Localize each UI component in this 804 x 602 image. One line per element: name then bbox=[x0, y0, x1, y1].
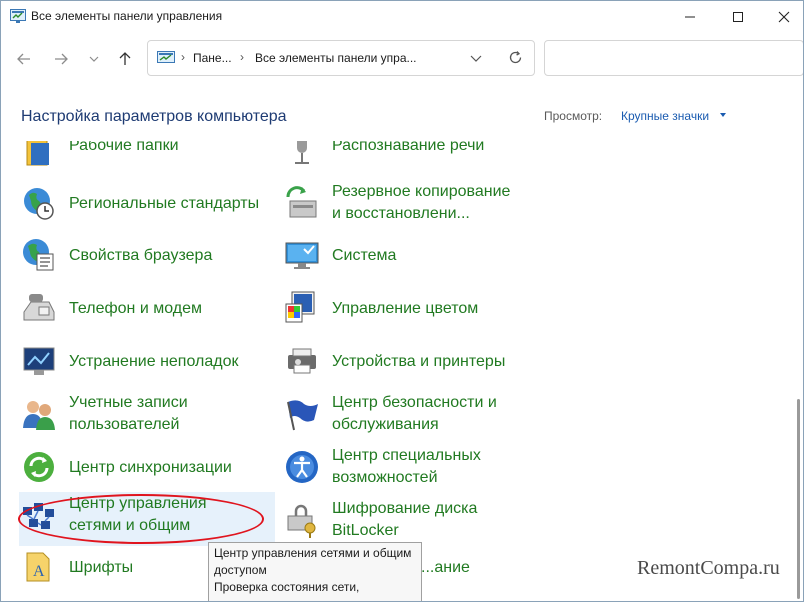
control-panel-window: Все элементы панели управления › Пане...… bbox=[0, 0, 804, 602]
maximize-icon bbox=[733, 12, 743, 22]
maximize-button[interactable] bbox=[715, 1, 761, 33]
annotation-oval bbox=[18, 494, 264, 544]
scrollbar-thumb[interactable] bbox=[797, 399, 800, 599]
item-label: Устройства и принтеры bbox=[332, 353, 506, 370]
items-grid: Рабочие папки Региональные стандарты Сво… bbox=[1, 141, 793, 601]
item-troubleshooting[interactable]: Устранение неполадок bbox=[21, 343, 271, 391]
up-button[interactable] bbox=[113, 47, 137, 71]
control-panel-icon bbox=[10, 9, 26, 23]
phone-modem-icon bbox=[23, 294, 55, 321]
system-icon bbox=[285, 242, 319, 269]
chevron-down-icon[interactable] bbox=[470, 52, 482, 64]
item-label: ...ание bbox=[421, 559, 470, 576]
item-label: Свойства браузера bbox=[69, 247, 213, 264]
item-label: Региональные стандарты bbox=[69, 195, 260, 212]
item-label: Центр специальных bbox=[332, 447, 481, 464]
item-sync-center[interactable]: Центр синхронизации bbox=[21, 449, 271, 497]
page-title: Настройка параметров компьютера bbox=[21, 108, 287, 125]
close-button[interactable] bbox=[761, 1, 803, 33]
item-color-management[interactable]: Управление цветом bbox=[284, 290, 544, 338]
item-label: Рабочие папки bbox=[69, 141, 179, 154]
item-work-folders[interactable]: Рабочие папки bbox=[21, 141, 271, 183]
item-user-accounts[interactable]: Учетные записи пользователей bbox=[21, 394, 271, 444]
back-button[interactable] bbox=[12, 47, 36, 71]
item-label: Резервное копирование bbox=[332, 183, 511, 200]
bitlocker-icon bbox=[287, 504, 316, 538]
item-system[interactable]: Система bbox=[284, 237, 544, 285]
item-label: Шрифты bbox=[69, 559, 134, 576]
item-label: Устранение неполадок bbox=[69, 353, 239, 370]
view-label: Просмотр: bbox=[544, 109, 603, 123]
item-label: Управление цветом bbox=[332, 300, 479, 317]
tooltip-line: доступом bbox=[214, 563, 267, 577]
watermark: RemontCompa.ru bbox=[637, 557, 780, 579]
breadcrumb-item[interactable]: Пане... bbox=[193, 51, 232, 65]
tooltip-line: Центр управления сетями и общим bbox=[214, 546, 412, 560]
item-label: BitLocker bbox=[332, 522, 399, 539]
breadcrumb-separator: › bbox=[240, 50, 244, 64]
backup-restore-icon bbox=[286, 186, 317, 218]
svg-text:A: A bbox=[33, 563, 45, 580]
navigation-bar: › Пане... › Все элементы панели упра... bbox=[1, 39, 803, 79]
arrow-up-icon bbox=[119, 52, 131, 65]
title-bar: Все элементы панели управления bbox=[1, 1, 803, 33]
arrow-left-icon bbox=[17, 53, 30, 65]
chevron-down-icon bbox=[89, 56, 99, 62]
caret-down-icon[interactable] bbox=[720, 113, 726, 117]
refresh-icon[interactable] bbox=[508, 50, 523, 65]
recent-locations-button[interactable] bbox=[82, 47, 106, 71]
arrow-right-icon bbox=[55, 53, 68, 65]
tooltip: Центр управления сетями и общим доступом… bbox=[208, 542, 422, 601]
item-ease-of-access[interactable]: Центр специальных возможностей bbox=[284, 447, 544, 497]
devices-printers-icon bbox=[288, 348, 316, 374]
breadcrumb-item[interactable]: Все элементы панели упра... bbox=[255, 51, 417, 65]
window-title: Все элементы панели управления bbox=[31, 9, 223, 23]
minimize-icon bbox=[685, 16, 695, 18]
item-internet-options[interactable]: Свойства браузера bbox=[21, 237, 271, 285]
item-label: Учетные записи bbox=[69, 394, 188, 411]
item-label: пользователей bbox=[69, 416, 180, 433]
item-speech-recognition[interactable]: Распознавание речи bbox=[284, 141, 544, 183]
item-phone-modem[interactable]: Телефон и модем bbox=[21, 290, 271, 338]
item-label: Распознавание речи bbox=[332, 141, 485, 154]
control-panel-icon bbox=[157, 51, 175, 63]
security-flag-icon bbox=[287, 400, 318, 431]
tooltip-line: Проверка состояния сети, bbox=[214, 580, 360, 594]
address-bar[interactable]: › Пане... › Все элементы панели упра... bbox=[147, 40, 535, 76]
item-label: Центр синхронизации bbox=[69, 459, 232, 476]
speech-recognition-icon bbox=[295, 141, 309, 164]
view-mode-dropdown[interactable]: Крупные значки bbox=[621, 109, 709, 123]
sync-center-icon bbox=[24, 452, 54, 482]
item-label: Шифрование диска bbox=[332, 500, 478, 517]
item-region[interactable]: Региональные стандарты bbox=[21, 185, 271, 233]
region-globe-icon bbox=[24, 188, 54, 220]
work-folders-icon bbox=[26, 141, 49, 166]
item-security-maintenance[interactable]: Центр безопасности и обслуживания bbox=[284, 394, 544, 444]
user-accounts-icon bbox=[23, 401, 55, 430]
fonts-icon: A bbox=[26, 552, 50, 582]
internet-options-icon bbox=[23, 239, 54, 271]
troubleshooting-icon bbox=[23, 347, 55, 375]
item-backup-restore[interactable]: Резервное копирование и восстановлени... bbox=[284, 183, 544, 233]
ease-of-access-icon bbox=[286, 451, 318, 483]
item-label: и восстановлени... bbox=[332, 205, 470, 222]
color-management-icon bbox=[285, 291, 315, 323]
breadcrumb-separator: › bbox=[181, 50, 185, 64]
minimize-button[interactable] bbox=[667, 1, 713, 33]
item-label: возможностей bbox=[332, 469, 438, 486]
item-devices-printers[interactable]: Устройства и принтеры bbox=[284, 343, 544, 391]
item-label: обслуживания bbox=[332, 416, 439, 433]
search-input[interactable] bbox=[544, 40, 803, 76]
item-label: Центр безопасности и bbox=[332, 394, 497, 411]
forward-button[interactable] bbox=[49, 47, 73, 71]
item-label: Телефон и модем bbox=[69, 300, 202, 317]
item-label: Система bbox=[332, 247, 397, 264]
close-icon bbox=[778, 11, 790, 23]
